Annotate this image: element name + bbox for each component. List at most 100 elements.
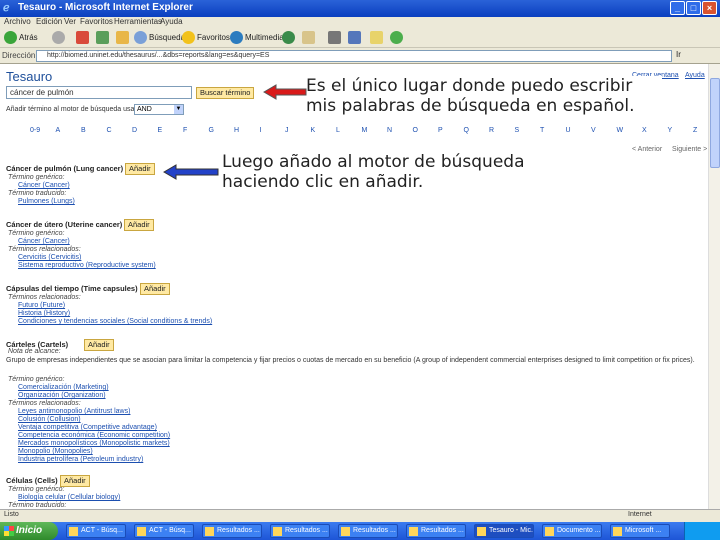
menu-help[interactable]: Ayuda — [160, 17, 183, 26]
alphabet-link[interactable]: T — [540, 127, 544, 134]
alphabet-link[interactable]: H — [234, 127, 239, 134]
operator-select[interactable]: AND ▼ — [134, 104, 184, 115]
taskbar-item[interactable]: Resultados ... — [270, 524, 330, 538]
term-link[interactable]: Comercialización (Marketing) — [18, 384, 109, 391]
alphabet-link[interactable]: J — [285, 127, 289, 134]
term-link[interactable]: Condiciones y tendencias sociales (Socia… — [18, 318, 212, 325]
generic-label: Término genérico: — [8, 486, 65, 493]
alphabet-link[interactable]: P — [438, 127, 443, 134]
scrollbar-thumb[interactable] — [710, 78, 720, 168]
alphabet-link[interactable]: 0-9 — [30, 127, 40, 134]
add-button[interactable]: Añadir — [60, 475, 90, 487]
taskbar-item[interactable]: Resultados ... — [406, 524, 466, 538]
search-term-button[interactable]: Buscar término — [196, 87, 255, 99]
alphabet-link[interactable]: O — [413, 127, 418, 134]
add-button[interactable]: Añadir — [124, 219, 154, 231]
add-button[interactable]: Añadir — [84, 339, 114, 351]
home-button[interactable] — [116, 31, 131, 45]
minimize-button[interactable]: _ — [670, 1, 685, 15]
term-link[interactable]: Leyes antimonopolio (Antitrust laws) — [18, 408, 130, 415]
alphabet-link[interactable]: C — [107, 127, 112, 134]
term-link[interactable]: Monopolio (Monopolies) — [18, 448, 93, 455]
add-button[interactable]: Añadir — [140, 283, 170, 295]
menu-view[interactable]: Ver — [64, 17, 76, 26]
term-link[interactable]: Organización (Organization) — [18, 392, 106, 399]
alphabet-link[interactable]: Z — [693, 127, 697, 134]
edit-button[interactable] — [348, 31, 363, 45]
print-button[interactable] — [328, 31, 343, 45]
term-link[interactable]: Biología celular (Cellular biology) — [18, 494, 120, 501]
alphabet-link[interactable]: V — [591, 127, 596, 134]
start-button[interactable]: Inicio — [0, 522, 58, 540]
alphabet-link[interactable]: Q — [464, 127, 469, 134]
taskbar-item[interactable]: ACT - Búsq... — [134, 524, 194, 538]
alphabet-link[interactable]: K — [311, 127, 316, 134]
generic-label: Término genérico: — [8, 376, 65, 383]
alphabet-link[interactable]: W — [617, 127, 624, 134]
add-button[interactable]: Añadir — [125, 163, 155, 175]
vertical-scrollbar[interactable] — [708, 64, 720, 509]
forward-button[interactable] — [52, 31, 67, 45]
term-link[interactable]: Pulmones (Lungs) — [18, 198, 75, 205]
help-link[interactable]: Ayuda — [685, 72, 705, 79]
alphabet-link[interactable]: I — [260, 127, 262, 134]
alphabet-link[interactable]: U — [566, 127, 571, 134]
taskbar-item[interactable]: Microsoft ... — [610, 524, 670, 538]
alphabet-link[interactable]: M — [362, 127, 368, 134]
taskbar-item[interactable]: Resultados ... — [338, 524, 398, 538]
menu-favorites[interactable]: Favoritos — [80, 17, 113, 26]
term-link[interactable]: Historia (History) — [18, 310, 70, 317]
menu-edit[interactable]: Edición — [36, 17, 62, 26]
alphabet-link[interactable]: S — [515, 127, 520, 134]
alphabet-link[interactable]: A — [56, 127, 61, 134]
taskbar-item[interactable]: Tesauro - Mic... — [474, 524, 534, 538]
alphabet-link[interactable]: F — [183, 127, 187, 134]
term-link[interactable]: Competencia económica (Economic competit… — [18, 432, 170, 439]
term-link[interactable]: Industria petrolífera (Petroleum industr… — [18, 456, 143, 463]
alphabet-link[interactable]: E — [158, 127, 163, 134]
favorites-button[interactable]: Favoritos — [182, 31, 230, 45]
definition-text: Grupo de empresas independientes que se … — [6, 357, 695, 364]
term-link[interactable]: Sistema reproductivo (Reproductive syste… — [18, 262, 156, 269]
menu-bar: Archivo Edición Ver Favoritos Herramient… — [0, 17, 720, 28]
close-button[interactable]: × — [702, 1, 717, 15]
menu-file[interactable]: Archivo — [4, 17, 31, 26]
taskbar-item[interactable]: Documento ... — [542, 524, 602, 538]
term-link[interactable]: Mercados monopolísticos (Monopolistic ma… — [18, 440, 170, 447]
alphabet-link[interactable]: X — [642, 127, 647, 134]
menu-tools[interactable]: Herramientas — [114, 17, 162, 26]
term-link[interactable]: Cervicitis (Cervicitis) — [18, 254, 81, 261]
term-link[interactable]: Ventaja competitiva (Competitive advanta… — [18, 424, 157, 431]
discuss-button[interactable] — [370, 31, 385, 45]
history-button[interactable] — [282, 31, 297, 45]
next-link[interactable]: Siguiente > — [672, 146, 707, 153]
window-icon — [205, 527, 214, 536]
alphabet-link[interactable]: Y — [668, 127, 673, 134]
alphabet-link[interactable]: R — [489, 127, 494, 134]
alphabet-link[interactable]: D — [132, 127, 137, 134]
search-button[interactable]: Búsqueda — [134, 31, 185, 45]
alphabet-link[interactable]: B — [81, 127, 86, 134]
term-link[interactable]: Cáncer (Cancer) — [18, 238, 70, 245]
messenger-button[interactable] — [390, 31, 405, 45]
address-input[interactable]: http://biomed.uninet.edu/thesaurus/...&d… — [36, 50, 672, 62]
mail-button[interactable] — [302, 31, 317, 45]
alphabet-link[interactable]: L — [336, 127, 340, 134]
refresh-button[interactable] — [96, 31, 111, 45]
alphabet-link[interactable]: N — [387, 127, 392, 134]
maximize-button[interactable]: □ — [686, 1, 701, 15]
stop-button[interactable] — [76, 31, 91, 45]
taskbar-item[interactable]: Resultados ... — [202, 524, 262, 538]
term-link[interactable]: Futuro (Future) — [18, 302, 65, 309]
alphabet-link[interactable]: G — [209, 127, 214, 134]
multimedia-button[interactable]: Multimedia — [230, 31, 284, 45]
thesaurus-search-input[interactable]: cáncer de pulmón — [6, 86, 192, 99]
prev-link[interactable]: < Anterior — [632, 146, 662, 153]
taskbar-item[interactable]: ACT - Búsq... — [66, 524, 126, 538]
term-link[interactable]: Cáncer (Cancer) — [18, 182, 70, 189]
refresh-icon — [96, 31, 109, 45]
term-link[interactable]: Colusión (Collusion) — [18, 416, 81, 423]
back-button[interactable]: Atrás — [4, 31, 38, 45]
go-button[interactable]: Ir — [676, 50, 681, 59]
taskbar-item-label: Tesauro - Mic... — [489, 527, 534, 534]
